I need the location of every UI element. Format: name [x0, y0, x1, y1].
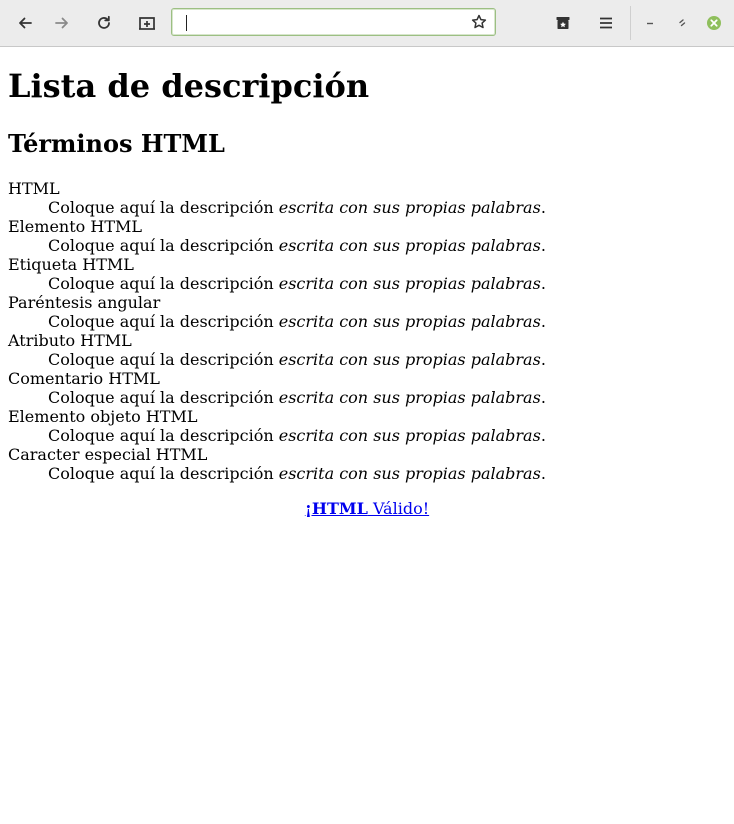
- description-text: Coloque aquí la descripción: [48, 350, 279, 369]
- description-text: Coloque aquí la descripción: [48, 236, 279, 255]
- page-content: Lista de descripción Términos HTML HTML C…: [0, 47, 734, 518]
- term-description: Coloque aquí la descripción escrita con …: [48, 274, 726, 293]
- validation-footer: ¡HTML Válido!: [8, 499, 726, 518]
- description-text: Coloque aquí la descripción: [48, 274, 279, 293]
- restore-icon: [679, 19, 686, 27]
- url-input[interactable]: [180, 13, 460, 31]
- term-description: Coloque aquí la descripción escrita con …: [48, 198, 726, 217]
- description-text: Coloque aquí la descripción: [48, 388, 279, 407]
- library-icon: [556, 17, 570, 29]
- section-heading: Términos HTML: [8, 129, 225, 158]
- toolbar-separator: [630, 6, 631, 40]
- term: HTML: [8, 179, 60, 198]
- description-list: HTML Coloque aquí la descripción escrita …: [8, 179, 726, 483]
- close-button[interactable]: [699, 8, 729, 38]
- description-text: Coloque aquí la descripción: [48, 464, 279, 483]
- description-text: Coloque aquí la descripción: [48, 198, 279, 217]
- restore-button[interactable]: [667, 8, 697, 38]
- hamburger-menu-icon: [600, 17, 612, 29]
- description-emphasis: escrita con sus propias palabras: [278, 236, 541, 255]
- description-emphasis: escrita con sus propias palabras: [278, 388, 541, 407]
- valid-html-link[interactable]: ¡HTML Válido!: [305, 499, 429, 518]
- description-period: .: [540, 312, 546, 331]
- term: Atributo HTML: [8, 331, 132, 350]
- page-title: Lista de descripción: [8, 67, 370, 105]
- term: Comentario HTML: [8, 369, 160, 388]
- browser-toolbar: [0, 0, 734, 47]
- reload-button[interactable]: [89, 8, 119, 38]
- term-description: Coloque aquí la descripción escrita con …: [48, 388, 726, 407]
- description-period: .: [540, 274, 546, 293]
- reload-icon: [98, 15, 110, 29]
- description-period: .: [540, 464, 546, 483]
- term: Etiqueta HTML: [8, 255, 134, 274]
- library-button[interactable]: [548, 8, 578, 38]
- description-period: .: [540, 198, 546, 217]
- term: Elemento objeto HTML: [8, 407, 198, 426]
- forward-button[interactable]: [47, 8, 77, 38]
- description-emphasis: escrita con sus propias palabras: [278, 464, 541, 483]
- term: Caracter especial HTML: [8, 445, 208, 464]
- text-caret: [186, 15, 187, 31]
- description-emphasis: escrita con sus propias palabras: [278, 426, 541, 445]
- description-period: .: [540, 426, 546, 445]
- description-emphasis: escrita con sus propias palabras: [278, 312, 541, 331]
- description-emphasis: escrita con sus propias palabras: [278, 350, 541, 369]
- description-emphasis: escrita con sus propias palabras: [278, 274, 541, 293]
- description-text: Coloque aquí la descripción: [48, 426, 279, 445]
- new-tab-button[interactable]: [132, 8, 162, 38]
- minimize-button[interactable]: [635, 8, 665, 38]
- description-period: .: [540, 236, 546, 255]
- description-period: .: [540, 350, 546, 369]
- term-description: Coloque aquí la descripción escrita con …: [48, 464, 726, 483]
- description-emphasis: escrita con sus propias palabras: [278, 198, 541, 217]
- term-description: Coloque aquí la descripción escrita con …: [48, 350, 726, 369]
- term-description: Coloque aquí la descripción escrita con …: [48, 236, 726, 255]
- close-icon: [707, 16, 721, 30]
- arrow-right-icon: [55, 17, 68, 29]
- term-description: Coloque aquí la descripción escrita con …: [48, 312, 726, 331]
- minimize-icon: [647, 22, 653, 25]
- star-icon: [471, 14, 487, 29]
- valid-html-text: Válido!: [367, 499, 430, 518]
- valid-html-bold: ¡HTML: [304, 499, 368, 518]
- new-tab-icon: [139, 17, 155, 30]
- description-text: Coloque aquí la descripción: [48, 312, 279, 331]
- term-description: Coloque aquí la descripción escrita con …: [48, 426, 726, 445]
- term: Paréntesis angular: [8, 293, 161, 312]
- term: Elemento HTML: [8, 217, 142, 236]
- menu-button[interactable]: [591, 8, 621, 38]
- description-period: .: [540, 388, 546, 407]
- back-button[interactable]: [10, 8, 40, 38]
- bookmark-button[interactable]: [471, 14, 487, 34]
- arrow-left-icon: [19, 17, 32, 29]
- address-bar[interactable]: [171, 8, 496, 36]
